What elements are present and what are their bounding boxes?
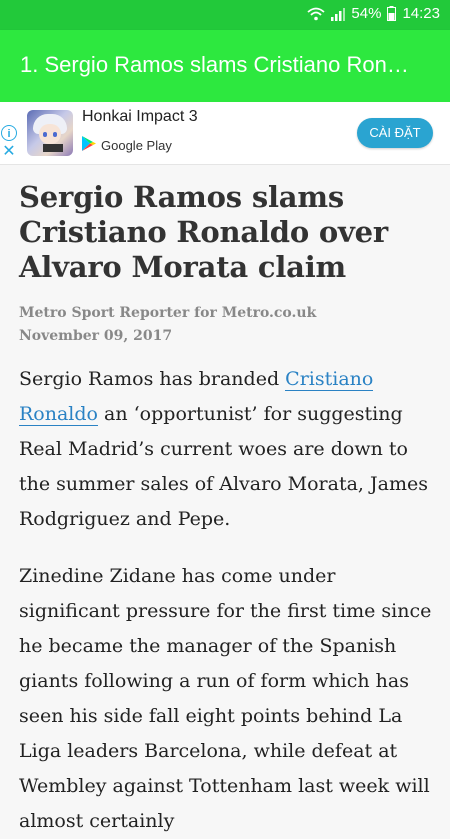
status-bar: 54% 14:23 xyxy=(0,0,450,30)
battery-icon xyxy=(387,6,397,21)
google-play-icon xyxy=(82,136,96,154)
clock: 14:23 xyxy=(402,5,440,22)
ad-store-label: Google Play xyxy=(101,137,172,153)
article-date: November 09, 2017 xyxy=(19,328,173,344)
ad-info-icon[interactable]: i xyxy=(1,125,17,141)
article-headline: Sergio Ramos slams Cristiano Ronaldo ove… xyxy=(19,180,389,284)
article-byline: Metro Sport Reporter for Metro.co.uk Nov… xyxy=(19,302,433,348)
signal-icon xyxy=(331,7,346,21)
article-author: Metro Sport Reporter for Metro.co.uk xyxy=(19,305,317,321)
article: Sergio Ramos slams Cristiano Ronaldo ove… xyxy=(19,180,433,839)
paragraph-text: Sergio Ramos has branded xyxy=(19,368,286,390)
ad-close-icon[interactable]: ✕ xyxy=(1,144,17,160)
article-paragraph-1: Sergio Ramos has branded Cristiano Ronal… xyxy=(19,362,433,537)
ad-store-badge: Google Play xyxy=(82,136,172,154)
article-paragraph-2: Zinedine Zidane has come under significa… xyxy=(19,565,432,832)
ad-install-button[interactable]: CÀI ĐẶT xyxy=(357,118,433,148)
app-bar-title: 1. Sergio Ramos slams Cristiano Ronaldo … xyxy=(20,52,420,77)
ad-app-name[interactable]: Honkai Impact 3 xyxy=(82,108,198,126)
ad-app-icon[interactable] xyxy=(27,110,73,156)
wifi-icon xyxy=(307,7,326,21)
status-icons: 54% 14:23 xyxy=(307,5,440,22)
app-bar: 1. Sergio Ramos slams Cristiano Ronaldo … xyxy=(0,30,450,102)
battery-percent: 54% xyxy=(351,5,382,22)
ad-banner[interactable]: i ✕ Honkai Impact 3 Google Play CÀI ĐẶT xyxy=(0,102,450,165)
